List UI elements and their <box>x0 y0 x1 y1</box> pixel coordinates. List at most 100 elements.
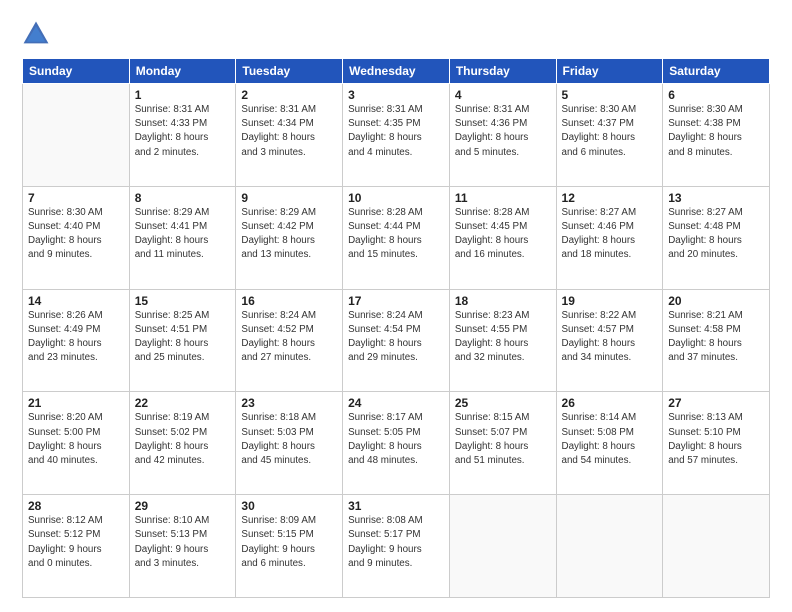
day-info: Sunrise: 8:24 AMSunset: 4:52 PMDaylight:… <box>241 309 337 366</box>
day-number: 5 <box>562 88 658 102</box>
day-info: Sunrise: 8:30 AMSunset: 4:37 PMDaylight:… <box>562 103 658 160</box>
calendar-table: SundayMondayTuesdayWednesdayThursdayFrid… <box>22 58 770 598</box>
day-number: 27 <box>668 396 764 410</box>
day-cell: 16Sunrise: 8:24 AMSunset: 4:52 PMDayligh… <box>236 289 343 392</box>
day-number: 24 <box>348 396 444 410</box>
day-cell: 22Sunrise: 8:19 AMSunset: 5:02 PMDayligh… <box>129 392 236 495</box>
day-number: 1 <box>135 88 231 102</box>
day-info: Sunrise: 8:13 AMSunset: 5:10 PMDaylight:… <box>668 411 764 468</box>
day-number: 13 <box>668 191 764 205</box>
header-cell-saturday: Saturday <box>663 59 770 84</box>
day-cell: 30Sunrise: 8:09 AMSunset: 5:15 PMDayligh… <box>236 495 343 598</box>
day-info: Sunrise: 8:28 AMSunset: 4:44 PMDaylight:… <box>348 206 444 263</box>
day-cell: 6Sunrise: 8:30 AMSunset: 4:38 PMDaylight… <box>663 84 770 187</box>
day-info: Sunrise: 8:26 AMSunset: 4:49 PMDaylight:… <box>28 309 124 366</box>
header-cell-wednesday: Wednesday <box>343 59 450 84</box>
day-number: 20 <box>668 294 764 308</box>
day-number: 11 <box>455 191 551 205</box>
day-number: 17 <box>348 294 444 308</box>
day-number: 16 <box>241 294 337 308</box>
logo-icon <box>22 20 50 48</box>
week-row-2: 14Sunrise: 8:26 AMSunset: 4:49 PMDayligh… <box>23 289 770 392</box>
logo <box>22 18 50 48</box>
day-number: 28 <box>28 499 124 513</box>
day-number: 22 <box>135 396 231 410</box>
day-number: 4 <box>455 88 551 102</box>
day-info: Sunrise: 8:28 AMSunset: 4:45 PMDaylight:… <box>455 206 551 263</box>
day-cell: 1Sunrise: 8:31 AMSunset: 4:33 PMDaylight… <box>129 84 236 187</box>
day-cell: 20Sunrise: 8:21 AMSunset: 4:58 PMDayligh… <box>663 289 770 392</box>
day-cell: 7Sunrise: 8:30 AMSunset: 4:40 PMDaylight… <box>23 186 130 289</box>
day-cell: 9Sunrise: 8:29 AMSunset: 4:42 PMDaylight… <box>236 186 343 289</box>
day-number: 9 <box>241 191 337 205</box>
day-number: 7 <box>28 191 124 205</box>
day-info: Sunrise: 8:19 AMSunset: 5:02 PMDaylight:… <box>135 411 231 468</box>
header-cell-sunday: Sunday <box>23 59 130 84</box>
day-number: 14 <box>28 294 124 308</box>
day-number: 25 <box>455 396 551 410</box>
day-info: Sunrise: 8:08 AMSunset: 5:17 PMDaylight:… <box>348 514 444 571</box>
day-info: Sunrise: 8:25 AMSunset: 4:51 PMDaylight:… <box>135 309 231 366</box>
day-number: 2 <box>241 88 337 102</box>
day-cell <box>449 495 556 598</box>
day-number: 6 <box>668 88 764 102</box>
day-cell: 5Sunrise: 8:30 AMSunset: 4:37 PMDaylight… <box>556 84 663 187</box>
day-info: Sunrise: 8:20 AMSunset: 5:00 PMDaylight:… <box>28 411 124 468</box>
day-cell: 15Sunrise: 8:25 AMSunset: 4:51 PMDayligh… <box>129 289 236 392</box>
day-number: 30 <box>241 499 337 513</box>
day-info: Sunrise: 8:29 AMSunset: 4:41 PMDaylight:… <box>135 206 231 263</box>
day-number: 23 <box>241 396 337 410</box>
day-number: 8 <box>135 191 231 205</box>
day-number: 10 <box>348 191 444 205</box>
day-info: Sunrise: 8:31 AMSunset: 4:35 PMDaylight:… <box>348 103 444 160</box>
header-cell-tuesday: Tuesday <box>236 59 343 84</box>
day-info: Sunrise: 8:24 AMSunset: 4:54 PMDaylight:… <box>348 309 444 366</box>
day-cell: 13Sunrise: 8:27 AMSunset: 4:48 PMDayligh… <box>663 186 770 289</box>
day-info: Sunrise: 8:09 AMSunset: 5:15 PMDaylight:… <box>241 514 337 571</box>
calendar-header-row: SundayMondayTuesdayWednesdayThursdayFrid… <box>23 59 770 84</box>
day-cell: 17Sunrise: 8:24 AMSunset: 4:54 PMDayligh… <box>343 289 450 392</box>
day-cell: 4Sunrise: 8:31 AMSunset: 4:36 PMDaylight… <box>449 84 556 187</box>
day-number: 18 <box>455 294 551 308</box>
day-cell: 31Sunrise: 8:08 AMSunset: 5:17 PMDayligh… <box>343 495 450 598</box>
day-cell: 3Sunrise: 8:31 AMSunset: 4:35 PMDaylight… <box>343 84 450 187</box>
day-info: Sunrise: 8:22 AMSunset: 4:57 PMDaylight:… <box>562 309 658 366</box>
day-cell: 24Sunrise: 8:17 AMSunset: 5:05 PMDayligh… <box>343 392 450 495</box>
day-cell <box>23 84 130 187</box>
day-cell: 27Sunrise: 8:13 AMSunset: 5:10 PMDayligh… <box>663 392 770 495</box>
day-info: Sunrise: 8:10 AMSunset: 5:13 PMDaylight:… <box>135 514 231 571</box>
day-cell: 25Sunrise: 8:15 AMSunset: 5:07 PMDayligh… <box>449 392 556 495</box>
day-info: Sunrise: 8:27 AMSunset: 4:48 PMDaylight:… <box>668 206 764 263</box>
day-cell <box>663 495 770 598</box>
day-cell: 18Sunrise: 8:23 AMSunset: 4:55 PMDayligh… <box>449 289 556 392</box>
week-row-4: 28Sunrise: 8:12 AMSunset: 5:12 PMDayligh… <box>23 495 770 598</box>
day-cell <box>556 495 663 598</box>
day-cell: 21Sunrise: 8:20 AMSunset: 5:00 PMDayligh… <box>23 392 130 495</box>
day-info: Sunrise: 8:14 AMSunset: 5:08 PMDaylight:… <box>562 411 658 468</box>
day-info: Sunrise: 8:31 AMSunset: 4:33 PMDaylight:… <box>135 103 231 160</box>
day-info: Sunrise: 8:17 AMSunset: 5:05 PMDaylight:… <box>348 411 444 468</box>
day-info: Sunrise: 8:31 AMSunset: 4:34 PMDaylight:… <box>241 103 337 160</box>
header-cell-thursday: Thursday <box>449 59 556 84</box>
day-number: 29 <box>135 499 231 513</box>
page: SundayMondayTuesdayWednesdayThursdayFrid… <box>0 0 792 612</box>
header-cell-monday: Monday <box>129 59 236 84</box>
day-cell: 14Sunrise: 8:26 AMSunset: 4:49 PMDayligh… <box>23 289 130 392</box>
day-cell: 12Sunrise: 8:27 AMSunset: 4:46 PMDayligh… <box>556 186 663 289</box>
day-number: 12 <box>562 191 658 205</box>
day-info: Sunrise: 8:15 AMSunset: 5:07 PMDaylight:… <box>455 411 551 468</box>
week-row-0: 1Sunrise: 8:31 AMSunset: 4:33 PMDaylight… <box>23 84 770 187</box>
header <box>22 18 770 48</box>
day-cell: 2Sunrise: 8:31 AMSunset: 4:34 PMDaylight… <box>236 84 343 187</box>
day-cell: 28Sunrise: 8:12 AMSunset: 5:12 PMDayligh… <box>23 495 130 598</box>
day-cell: 23Sunrise: 8:18 AMSunset: 5:03 PMDayligh… <box>236 392 343 495</box>
day-cell: 10Sunrise: 8:28 AMSunset: 4:44 PMDayligh… <box>343 186 450 289</box>
header-cell-friday: Friday <box>556 59 663 84</box>
day-cell: 11Sunrise: 8:28 AMSunset: 4:45 PMDayligh… <box>449 186 556 289</box>
day-info: Sunrise: 8:27 AMSunset: 4:46 PMDaylight:… <box>562 206 658 263</box>
week-row-1: 7Sunrise: 8:30 AMSunset: 4:40 PMDaylight… <box>23 186 770 289</box>
day-cell: 29Sunrise: 8:10 AMSunset: 5:13 PMDayligh… <box>129 495 236 598</box>
day-info: Sunrise: 8:29 AMSunset: 4:42 PMDaylight:… <box>241 206 337 263</box>
week-row-3: 21Sunrise: 8:20 AMSunset: 5:00 PMDayligh… <box>23 392 770 495</box>
day-number: 3 <box>348 88 444 102</box>
